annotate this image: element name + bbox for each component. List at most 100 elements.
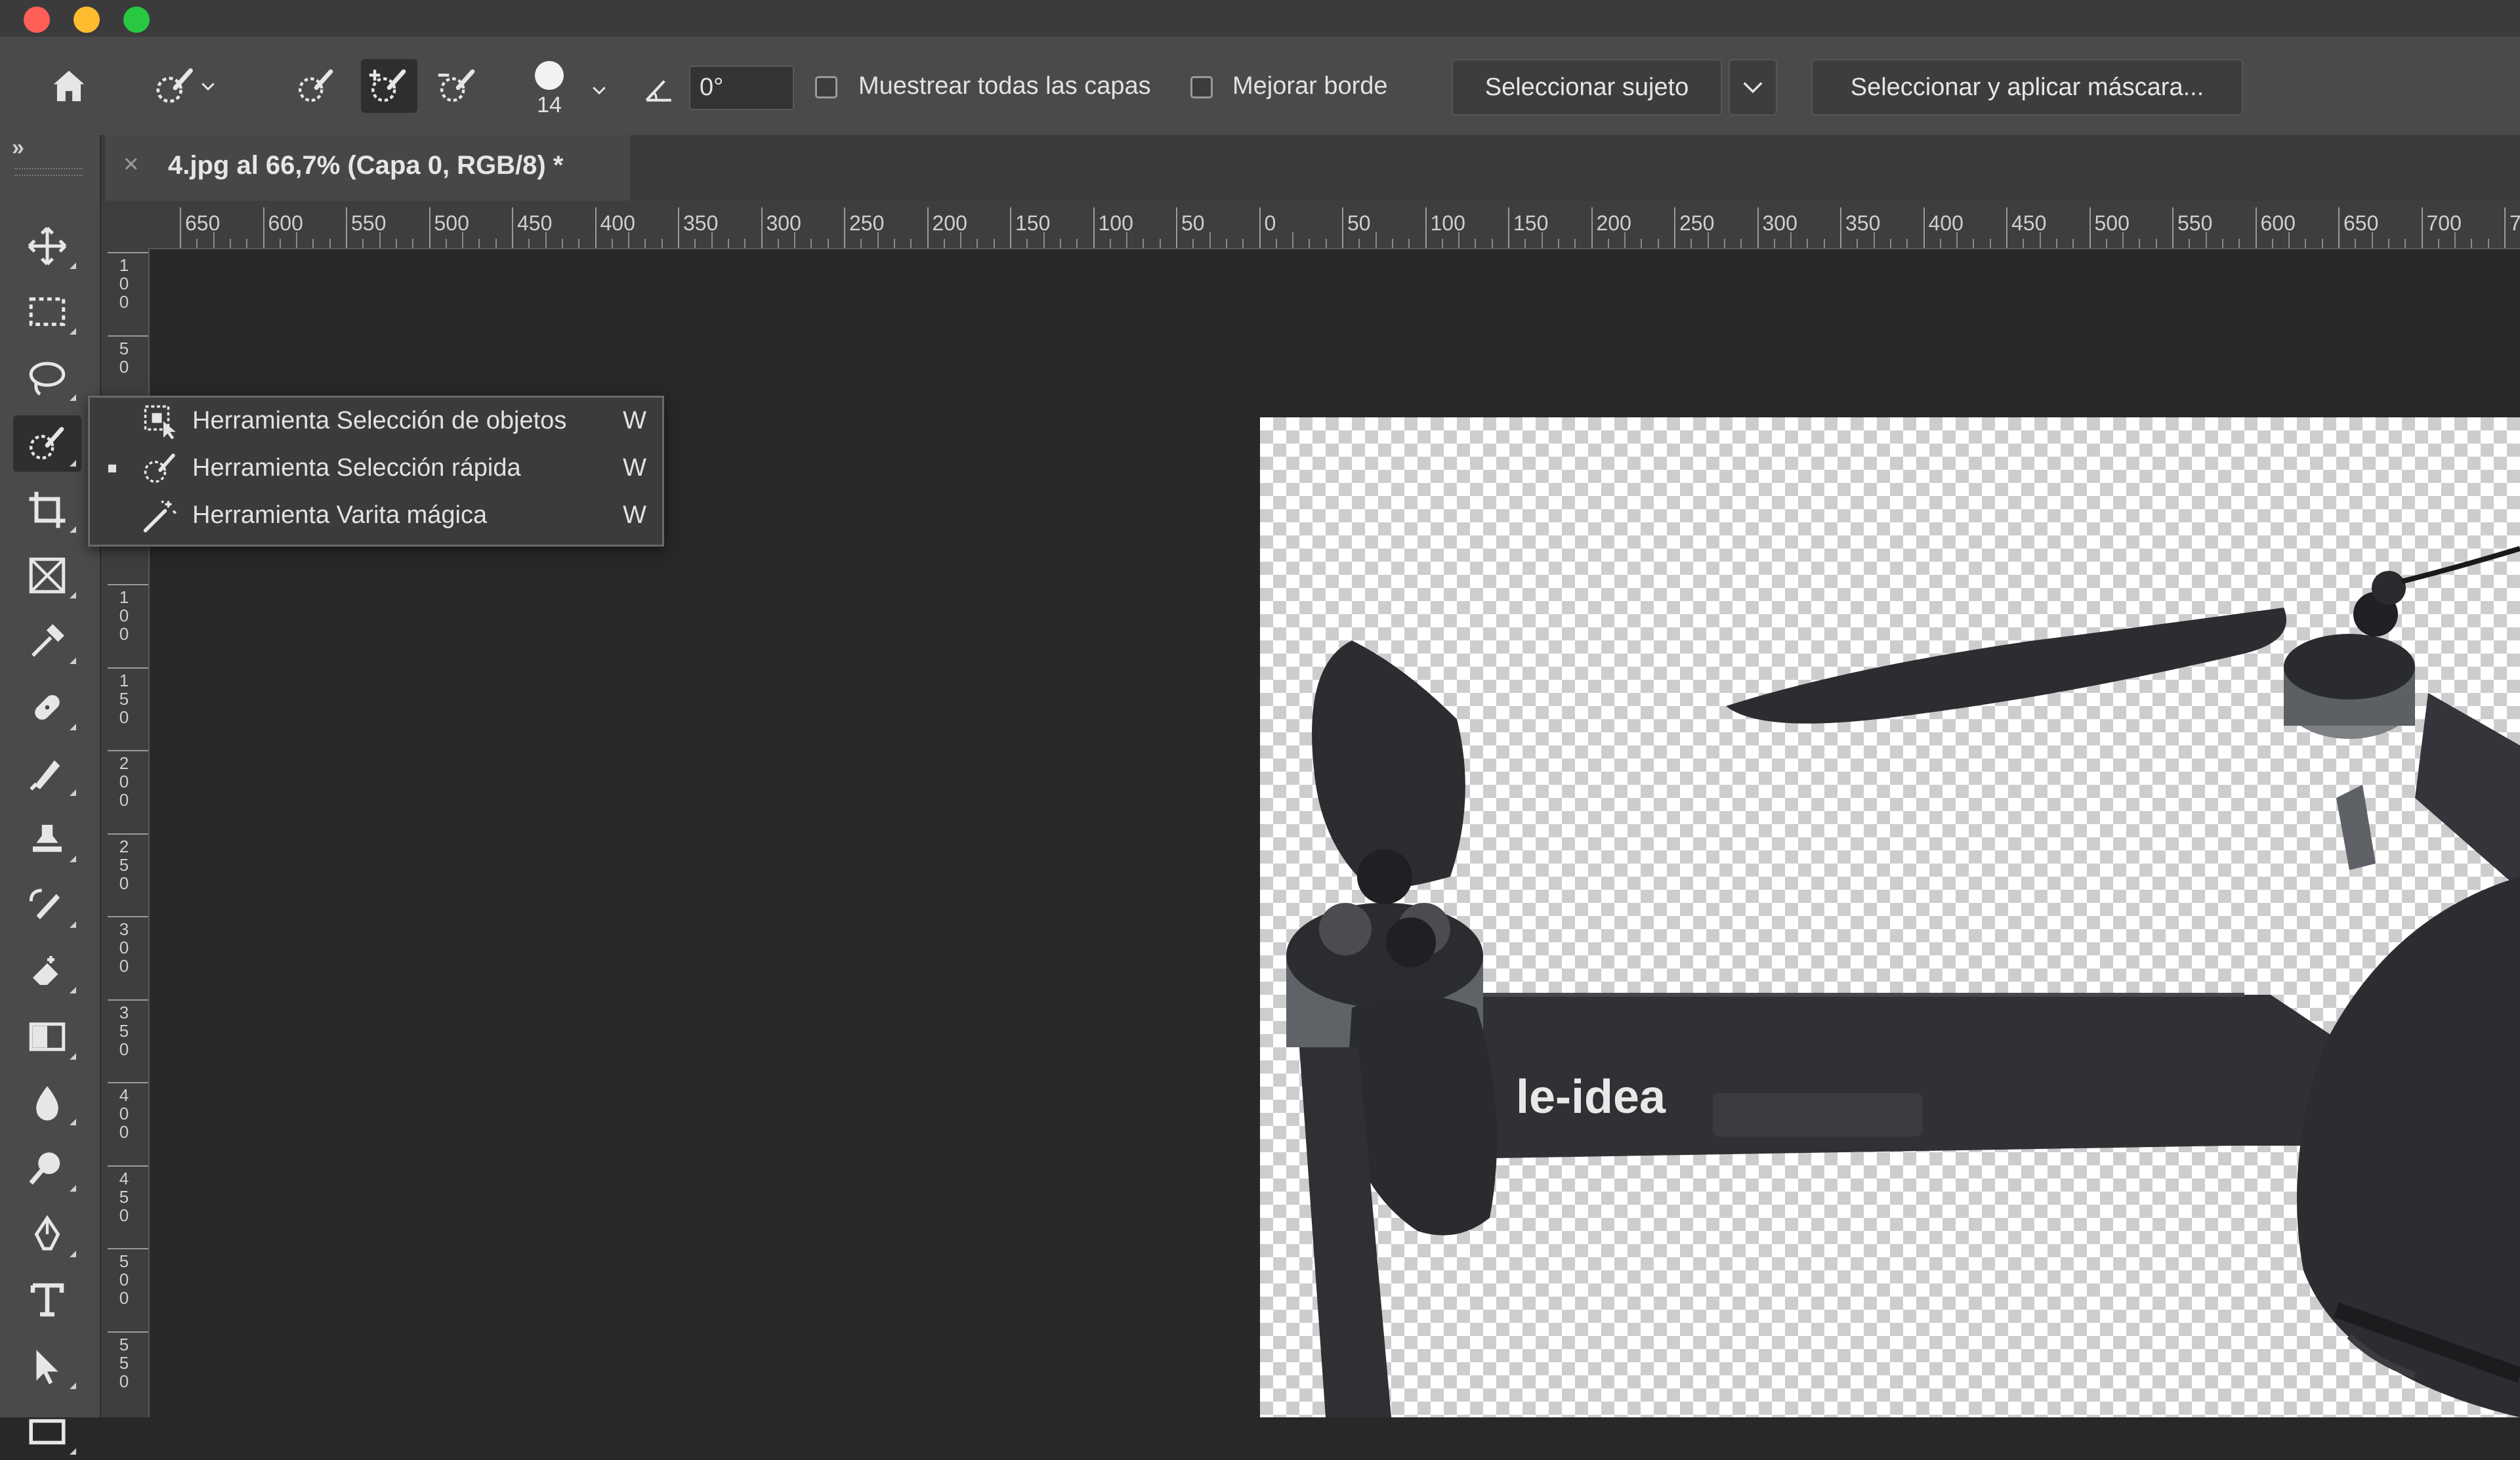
marquee-tool[interactable]	[13, 283, 81, 340]
ruler-minor-tick	[495, 239, 497, 248]
ruler-minor-tick	[279, 239, 281, 248]
lasso-tool[interactable]	[13, 350, 81, 406]
new-selection-button[interactable]	[290, 62, 343, 110]
type-tool[interactable]	[13, 1272, 81, 1328]
ruler-minor-tick	[561, 239, 563, 248]
history-brush-tool[interactable]	[13, 877, 81, 933]
menu-item-magic-wand[interactable]: Herramienta Varita mágica W	[90, 492, 662, 539]
ruler-major-tick	[2006, 207, 2007, 248]
panel-grip[interactable]	[14, 168, 83, 176]
ruler-minor-tick	[412, 239, 414, 248]
tool-preset-picker[interactable]	[139, 63, 231, 109]
menu-item-label: Herramienta Varita mágica	[192, 501, 488, 529]
select-subject-dropdown[interactable]	[1729, 59, 1777, 115]
zoom-window-button[interactable]	[123, 7, 150, 33]
ruler-minor-tick	[229, 239, 231, 248]
lasso-icon	[29, 362, 66, 396]
minimize-window-button[interactable]	[74, 7, 100, 33]
ruler-major-tick	[1508, 207, 1509, 248]
add-to-selection-button[interactable]	[361, 59, 417, 113]
document-canvas[interactable]: le-idea	[1260, 417, 2520, 1417]
eraser-tool[interactable]	[13, 942, 81, 999]
ruler-label-char: 0	[119, 707, 129, 727]
ruler-label: 200	[1596, 211, 1631, 235]
ruler-major-tick	[595, 207, 597, 248]
crop-tool[interactable]	[13, 482, 81, 538]
ruler-minor-tick	[960, 232, 962, 248]
menu-item-quick-selection[interactable]: Herramienta Selección rápida W	[90, 445, 662, 492]
ruler-minor-tick	[445, 239, 447, 248]
healing-brush-tool[interactable]	[13, 679, 81, 736]
document-tab[interactable]: × 4.jpg al 66,7% (Capa 0, RGB/8) *	[105, 135, 630, 201]
clone-stamp-icon	[33, 824, 62, 852]
dodge-tool[interactable]	[13, 1140, 81, 1197]
ruler-minor-tick	[1192, 239, 1194, 248]
blur-tool[interactable]	[13, 1074, 81, 1131]
close-tab-icon[interactable]: ×	[123, 150, 138, 179]
clone-stamp-tool[interactable]	[13, 811, 81, 867]
ruler-minor-tick	[711, 232, 713, 248]
ruler-minor-tick	[1723, 239, 1725, 248]
quick-selection-tool[interactable]	[13, 415, 81, 472]
rectangle-tool[interactable]	[13, 1404, 81, 1460]
ruler-label-char: 0	[119, 606, 129, 625]
ruler-minor-tick	[2454, 232, 2456, 248]
brush-size-picker[interactable]: 14	[525, 56, 574, 122]
eyedropper-icon	[32, 624, 64, 657]
enhance-edge-checkbox[interactable]	[1190, 76, 1213, 98]
path-selection-tool[interactable]	[13, 1338, 81, 1394]
subtract-from-selection-button[interactable]	[432, 62, 484, 110]
ruler-minor-tick	[2238, 239, 2240, 248]
angle-input[interactable]: 0°	[689, 66, 794, 110]
ruler-minor-tick	[1807, 239, 1809, 248]
ruler-minor-tick	[1641, 239, 1643, 248]
ruler-label: 500	[114, 1252, 134, 1307]
ruler-minor-tick	[794, 232, 796, 248]
ruler-label-char: 0	[119, 772, 129, 791]
home-button[interactable]	[46, 63, 92, 109]
frame-tool[interactable]	[13, 547, 81, 604]
ruler-minor-tick	[628, 232, 630, 248]
ruler-minor-tick	[877, 232, 879, 248]
horizontal-ruler[interactable]: 650 600 550 500 450 400 350 300 250 200 150 100 50 0 5…	[101, 201, 2520, 249]
ruler-minor-tick	[196, 239, 198, 248]
ruler-minor-tick	[2055, 239, 2057, 248]
flyout-indicator-icon	[70, 723, 76, 730]
gradient-tool[interactable]	[13, 1009, 81, 1065]
ruler-label: 400	[600, 211, 635, 235]
ruler-minor-tick	[1574, 239, 1576, 248]
ruler-minor-tick	[1375, 232, 1377, 248]
flyout-indicator-icon	[70, 789, 76, 797]
select-subject-button[interactable]: Seleccionar sujeto	[1452, 59, 1722, 115]
ruler-label: 0	[1264, 211, 1276, 235]
brush-tool[interactable]	[13, 745, 81, 801]
ruler-minor-tick	[213, 232, 215, 248]
gradient-icon	[29, 1022, 66, 1051]
pen-tool[interactable]	[13, 1206, 81, 1262]
ruler-label-char: 0	[119, 956, 129, 976]
ruler-minor-tick	[1275, 239, 1277, 248]
ruler-label-char: 0	[119, 938, 129, 957]
close-window-button[interactable]	[24, 7, 50, 33]
ruler-label-char: 0	[119, 274, 129, 293]
menu-item-object-selection[interactable]: Herramienta Selección de objetos W	[90, 398, 662, 445]
eyedropper-tool[interactable]	[13, 613, 81, 669]
document-tab-title: 4.jpg al 66,7% (Capa 0, RGB/8) *	[168, 151, 564, 180]
flyout-indicator-icon	[70, 1448, 76, 1455]
brush-size-dropdown[interactable]	[585, 76, 613, 104]
ruler-minor-tick	[1458, 232, 1460, 248]
ruler-minor-tick	[2139, 239, 2141, 248]
ruler-minor-tick	[1209, 232, 1211, 248]
ruler-label-char: 5	[119, 854, 129, 875]
ruler-label: 100	[114, 256, 134, 311]
move-tool[interactable]	[13, 218, 81, 274]
ruler-minor-tick	[1607, 239, 1609, 248]
ruler-label: 50	[1347, 211, 1371, 235]
sample-all-layers-checkbox[interactable]	[815, 76, 837, 98]
ruler-major-tick	[1176, 207, 1177, 248]
collapse-panel-icon[interactable]: »	[12, 135, 24, 161]
ruler-major-tick	[108, 1248, 148, 1249]
ruler-label: 150	[114, 671, 134, 726]
ruler-minor-tick	[1475, 239, 1477, 248]
select-and-mask-button[interactable]: Seleccionar y aplicar máscara...	[1811, 59, 2243, 115]
